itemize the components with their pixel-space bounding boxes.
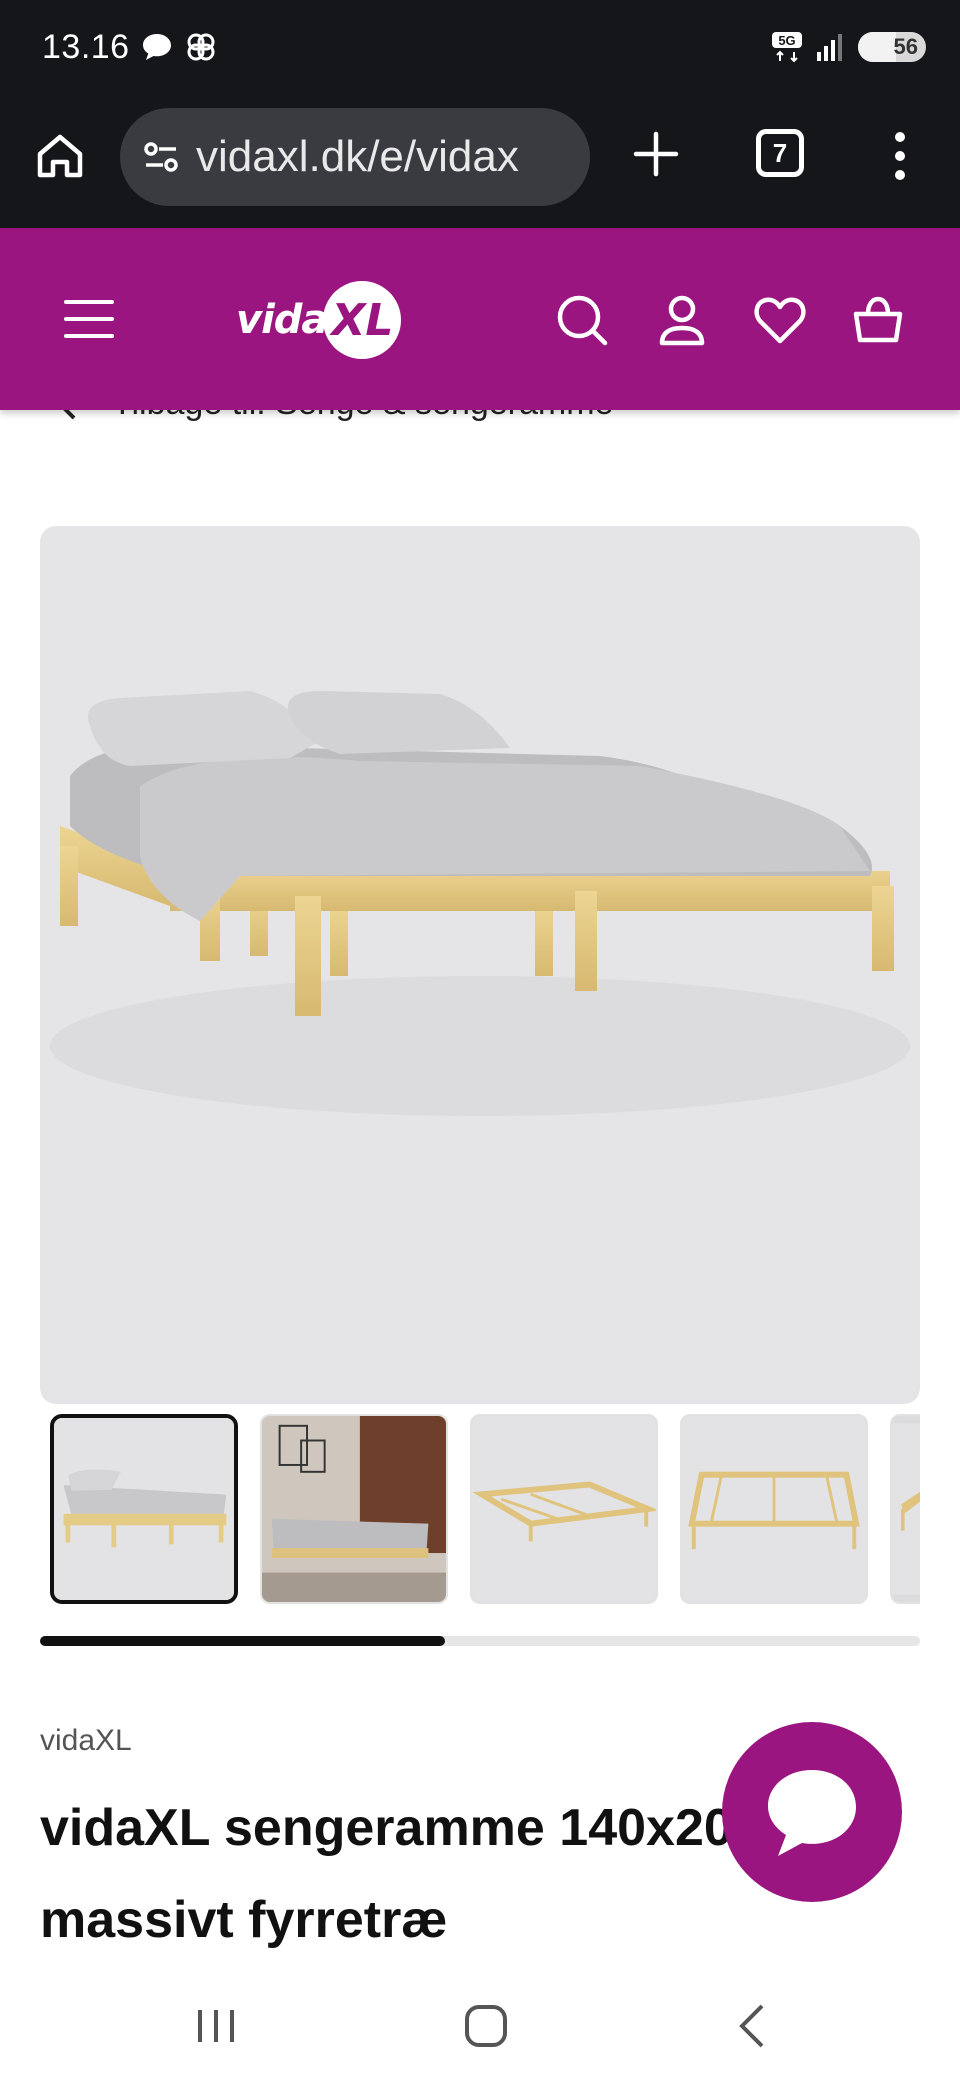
thumb-frame-front [682, 1416, 866, 1602]
user-icon[interactable] [654, 292, 710, 348]
cart-icon[interactable] [850, 292, 906, 348]
logo-word: vida [236, 297, 328, 343]
battery-level: 56 [893, 34, 918, 59]
status-time: 13.16 [42, 28, 130, 66]
product-brand[interactable]: vidaXL [40, 1724, 132, 1758]
thumb-frame-partial [892, 1423, 920, 1595]
bed-illustration [50, 691, 910, 1116]
svg-text:5G: 5G [778, 33, 795, 48]
thumbnail-4[interactable] [680, 1414, 868, 1604]
thumbnail-5[interactable] [890, 1414, 920, 1604]
thumbnail-2[interactable] [260, 1414, 448, 1604]
thumbnail-1[interactable] [50, 1414, 238, 1604]
vidaxl-logo[interactable]: vida XL [236, 276, 402, 364]
new-tab-icon[interactable] [630, 128, 682, 180]
status-bar: 13.16 5G 56 [0, 0, 960, 100]
heart-icon[interactable] [752, 292, 808, 348]
logo-badge: XL [323, 281, 402, 359]
browser-toolbar: vidaxl.dk/e/vidax 7 [0, 100, 960, 228]
more-options-icon[interactable] [882, 128, 918, 184]
tab-switcher-button[interactable]: 7 [756, 129, 804, 177]
gallery-scrollbar[interactable] [40, 1636, 920, 1646]
site-settings-icon[interactable] [140, 136, 182, 178]
url-text: vidaxl.dk/e/vidax [196, 132, 519, 181]
thumb-bed-room [262, 1416, 446, 1602]
system-navigation-bar [0, 1960, 960, 2080]
recent-apps-icon[interactable] [186, 1996, 246, 2056]
product-main-image[interactable] [40, 526, 920, 1404]
battery-indicator: 56 [858, 32, 926, 62]
thumbnail-3[interactable] [470, 1414, 658, 1604]
pinwheel-icon [187, 33, 215, 61]
menu-icon[interactable] [64, 300, 114, 338]
thumb-frame-angle [472, 1416, 656, 1602]
site-header: vida XL [0, 228, 960, 410]
notification-icons [140, 30, 218, 64]
home-nav-icon[interactable] [456, 1996, 516, 2056]
chat-bubble-icon [143, 34, 171, 60]
status-right: 5G 56 [770, 30, 926, 64]
chat-button[interactable] [722, 1722, 902, 1902]
gallery-scrollbar-thumb[interactable] [40, 1636, 445, 1646]
chat-icon [768, 1770, 856, 1856]
home-icon[interactable] [34, 130, 86, 182]
thumb-bed-angle [54, 1418, 234, 1600]
network-5g-icon: 5G [772, 32, 802, 63]
address-bar[interactable]: vidaxl.dk/e/vidax [120, 108, 590, 206]
battery-fill [858, 32, 897, 62]
search-icon[interactable] [554, 292, 610, 348]
thumbnail-strip[interactable] [50, 1414, 920, 1604]
back-nav-icon[interactable] [724, 1996, 784, 2056]
signal-icon [817, 34, 842, 61]
